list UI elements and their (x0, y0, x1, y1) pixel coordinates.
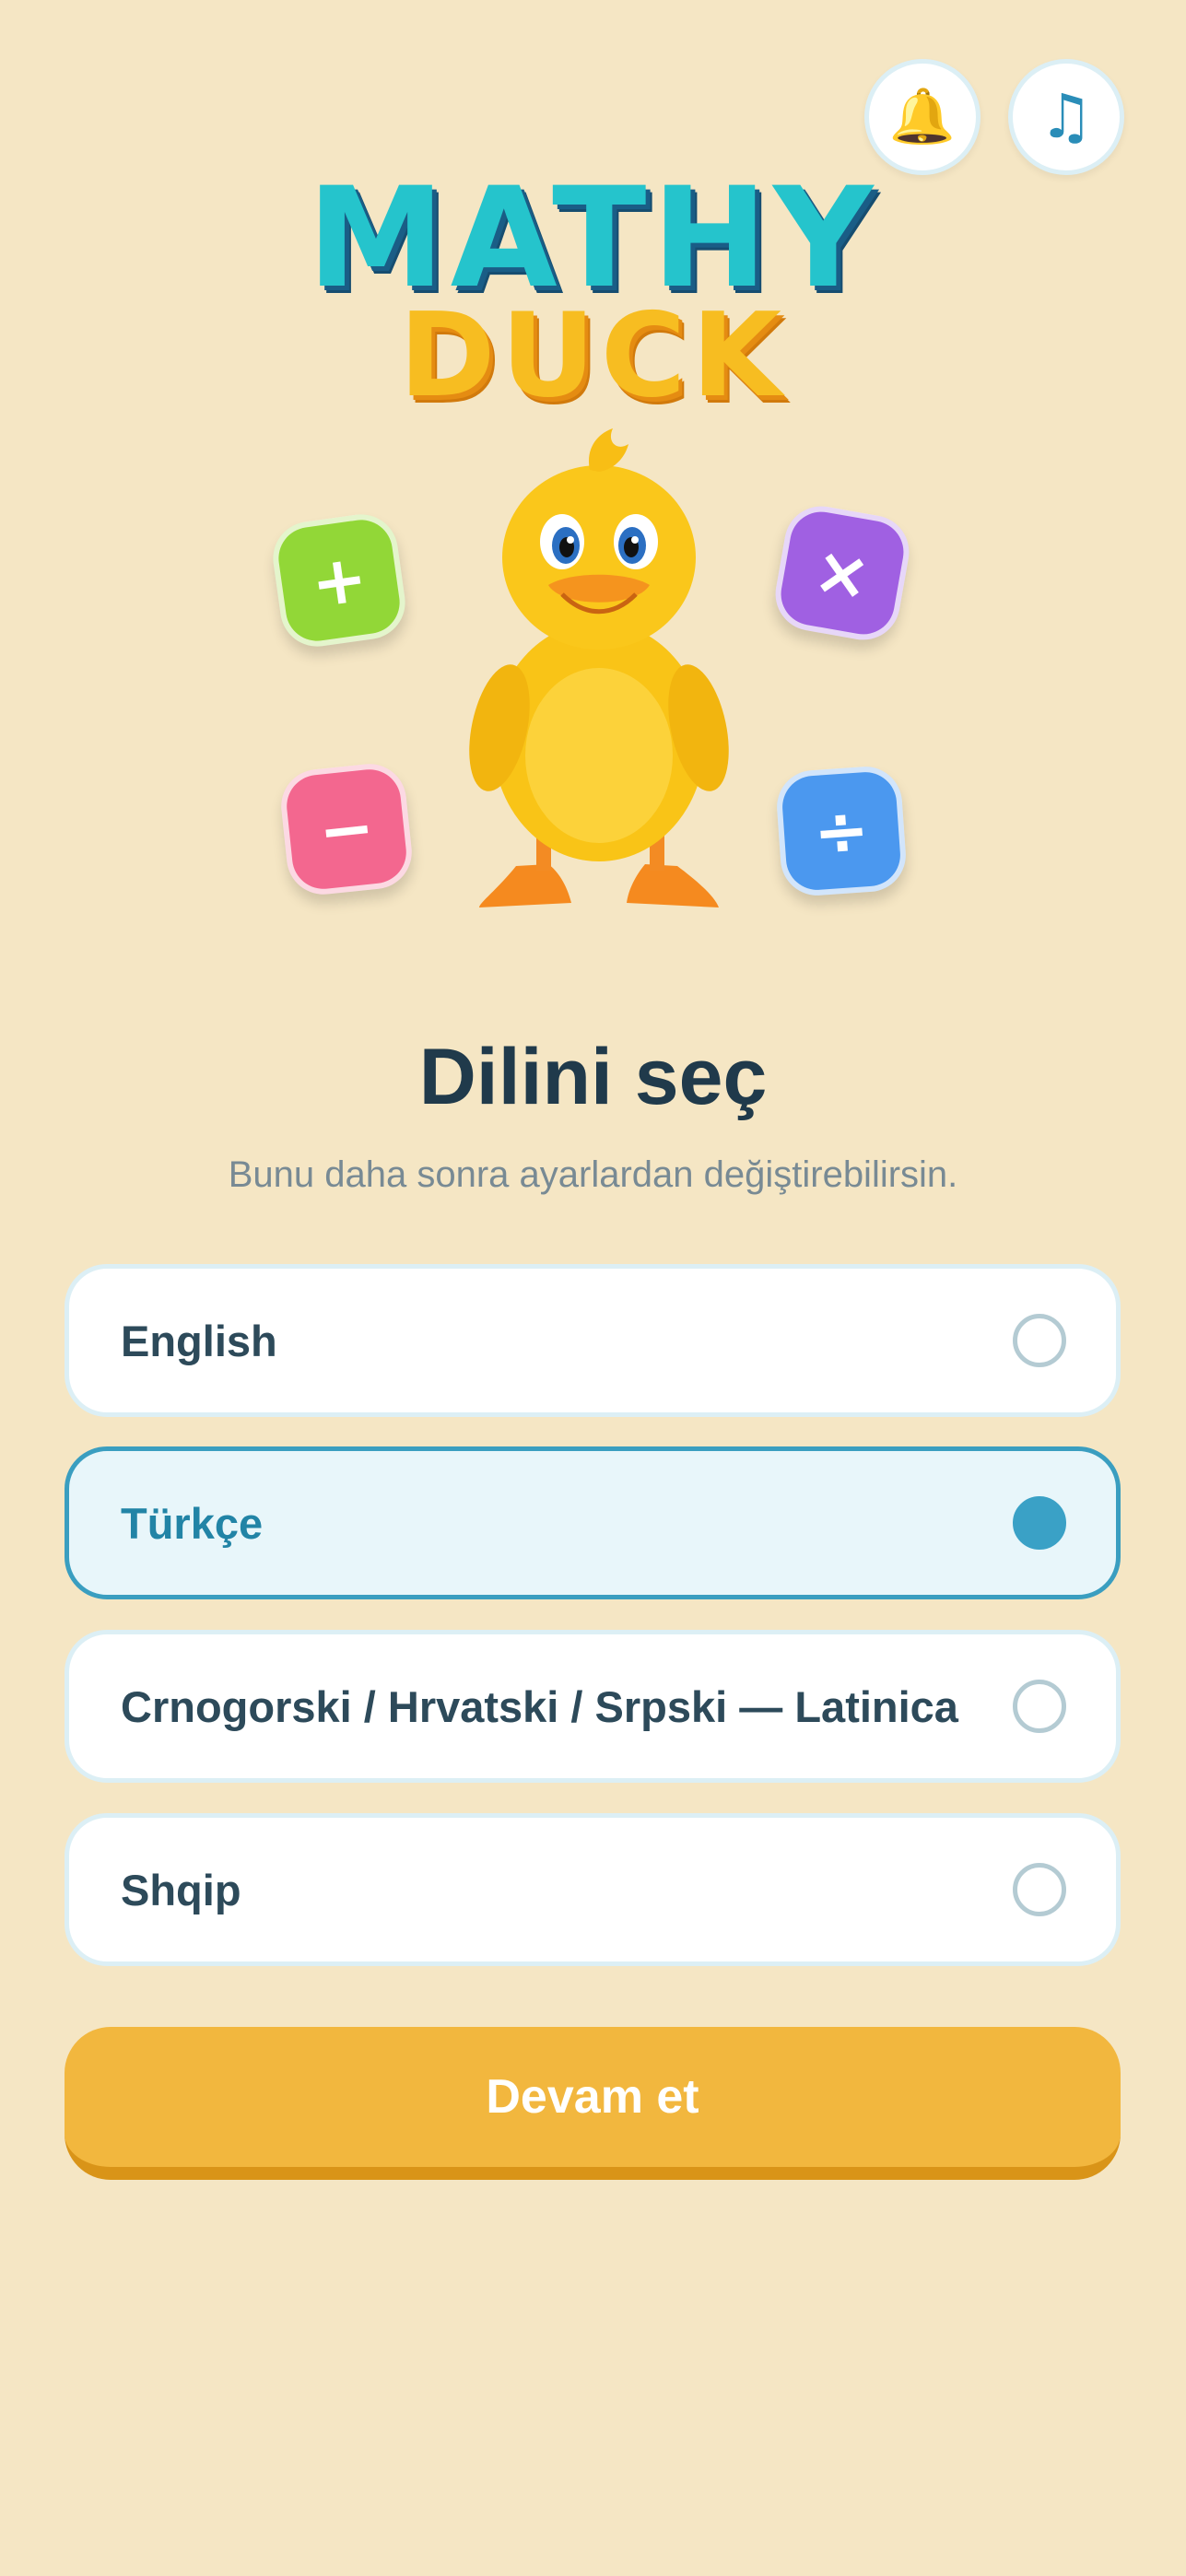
music-note-icon: ♫ (1039, 81, 1094, 152)
continue-button[interactable]: Devam et (65, 2027, 1121, 2180)
multiply-icon: × (769, 500, 915, 646)
page-title: Dilini seç (418, 1033, 768, 1121)
language-option-turkish[interactable]: Türkçe (65, 1446, 1121, 1599)
language-option-label: Crnogorski / Hrvatski / Srpski — Latinic… (121, 1681, 958, 1731)
duck-mascot (469, 428, 729, 907)
radio-button[interactable] (1013, 1863, 1066, 1916)
page-subtitle: Bunu daha sonra ayarlardan değiştirebili… (228, 1154, 958, 1195)
language-option-albanian[interactable]: Shqip (65, 1813, 1121, 1966)
continue-button-label: Devam et (486, 2070, 699, 2124)
minus-icon: − (277, 760, 416, 898)
language-option-label: Türkçe (121, 1498, 264, 1548)
plus-icon: + (268, 509, 410, 651)
language-option-english[interactable]: English (65, 1264, 1121, 1417)
logo-duck: DUCK (398, 287, 787, 423)
language-option-serbocroatian[interactable]: Crnogorski / Hrvatski / Srpski — Latinic… (65, 1630, 1121, 1783)
divide-icon: ÷ (774, 764, 909, 898)
radio-button[interactable] (1013, 1314, 1066, 1367)
language-option-label: Shqip (121, 1865, 241, 1914)
radio-button[interactable] (1013, 1496, 1066, 1550)
radio-button[interactable] (1013, 1680, 1066, 1733)
language-option-label: English (121, 1316, 277, 1365)
bell-icon: 🔔 (888, 87, 957, 146)
